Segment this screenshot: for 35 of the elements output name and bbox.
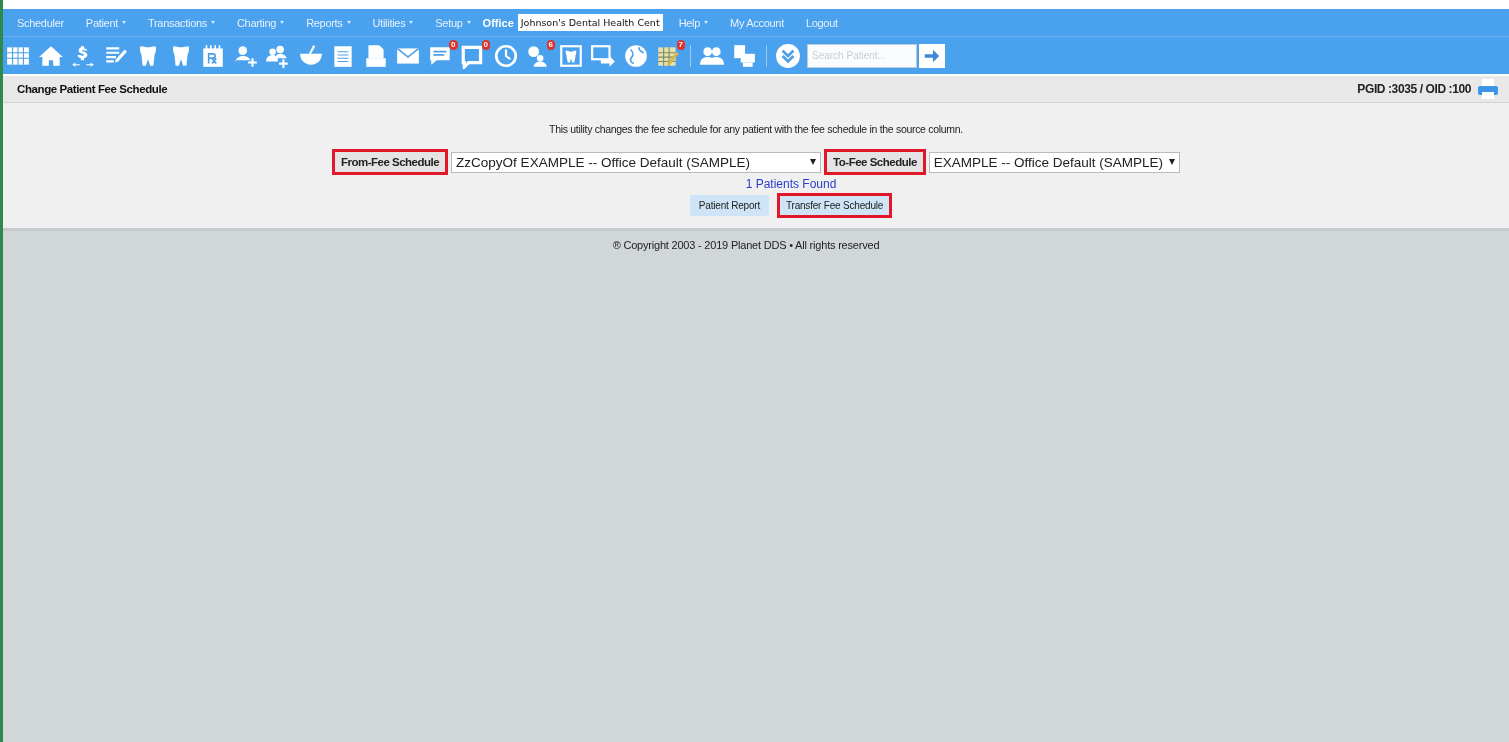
globe-icon[interactable] [622, 42, 649, 69]
from-fee-schedule-label: From-Fee Schedule [331, 149, 449, 175]
chevrons-icon[interactable] [774, 42, 801, 69]
to-fee-schedule-label: To-Fee Schedule [824, 149, 926, 175]
action-button[interactable]: Patient Report [689, 195, 769, 216]
menu-item[interactable]: Transactions [148, 16, 215, 29]
menu-item[interactable]: Charting [236, 16, 285, 29]
clock-icon[interactable] [492, 42, 519, 69]
office-select[interactable]: Johnson's Dental Health Cent [517, 14, 663, 31]
menu-item[interactable]: Scheduler [17, 16, 64, 29]
copyright-text: ® Copyright 2003 - 2019 Planet DDS • All rights reserved [611, 238, 881, 251]
description-text: This utility changes the fee schedule for any patient with the fee schedule in the source column. [549, 123, 963, 135]
go-button[interactable] [919, 43, 945, 68]
screen-arrow-icon[interactable] [590, 42, 616, 69]
from-fee-schedule-select[interactable]: ZzCopyOf EXAMPLE -- Office Default (SAMPLE) [451, 151, 822, 173]
menu-item[interactable]: Setup [435, 16, 471, 29]
notification-badge: 6 [546, 39, 555, 50]
menu-item[interactable]: Reports [306, 16, 351, 29]
office-label: Office [482, 16, 514, 29]
menu-item[interactable]: Logout [805, 16, 838, 29]
tooth-frame-icon[interactable] [557, 42, 584, 69]
prescription-icon[interactable] [200, 42, 226, 69]
menu-item[interactable]: Help [678, 16, 709, 29]
id-label: PGID :3035 / OID :100 [1357, 82, 1471, 96]
action-button[interactable]: Transfer Fee Schedule [777, 193, 893, 218]
to-fee-schedule-select[interactable]: EXAMPLE -- Office Default (SAMPLE) [928, 151, 1181, 173]
notification-badge: 7 [676, 39, 685, 50]
menu-item[interactable]: Utilities [372, 16, 414, 29]
notification-badge: 0 [449, 39, 458, 50]
menu-item[interactable]: Patient [85, 16, 126, 29]
page-title: Change Patient Fee Schedule [17, 83, 169, 95]
printer-icon[interactable] [1475, 76, 1501, 102]
menu-item[interactable]: My Account [730, 16, 784, 29]
patients-found-text: 1 Patients Found [745, 177, 837, 191]
notification-badge: 0 [481, 39, 490, 50]
